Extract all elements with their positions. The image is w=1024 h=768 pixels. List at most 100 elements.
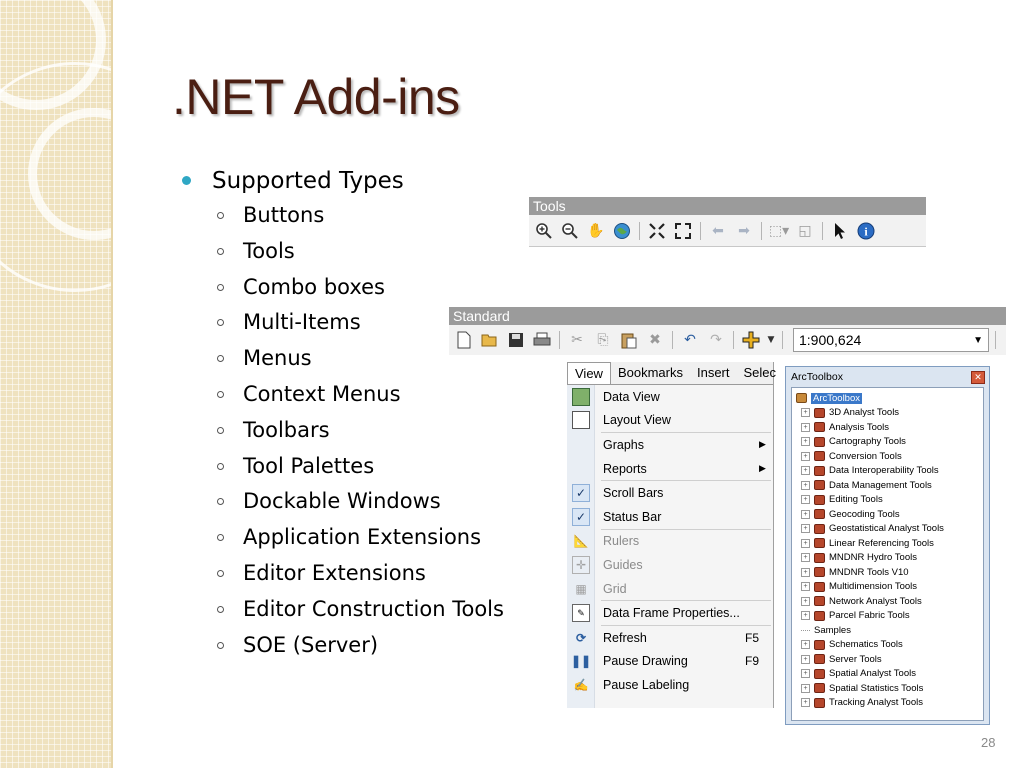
menu-item-reports[interactable]: Reports ▶ [567, 457, 773, 481]
expand-icon[interactable]: + [801, 669, 810, 679]
zoom-out-icon[interactable] [559, 220, 581, 242]
save-icon[interactable] [505, 329, 527, 351]
tree-item[interactable]: + Spatial Statistics Tools [792, 681, 983, 696]
tree-root-item[interactable]: ArcToolbox [792, 391, 983, 406]
expand-icon[interactable]: + [801, 480, 810, 490]
menu-item-graphs[interactable]: Graphs ▶ [567, 433, 773, 457]
menu-item-layout-view[interactable]: Layout View [567, 409, 773, 433]
pan-icon[interactable]: ✋ [585, 220, 607, 242]
menu-item-data-view[interactable]: Data View [567, 385, 773, 409]
tree-item[interactable]: +3D Analyst Tools [792, 406, 983, 421]
toolbar-separator [822, 222, 823, 240]
tree-item[interactable]: + Network Analyst Tools [792, 594, 983, 609]
menu-item-data-frame-properties[interactable]: ✎ Data Frame Properties... [567, 601, 773, 625]
tree-item[interactable]: + Server Tools [792, 652, 983, 667]
view-menu-dropdown: Data View Layout View Graphs ▶ Reports ▶… [567, 384, 773, 708]
toolbox-icon [814, 552, 825, 563]
print-icon[interactable] [531, 329, 553, 351]
fixed-zoom-in-icon[interactable] [646, 220, 668, 242]
ring-bullet-icon [217, 534, 224, 542]
redo-icon[interactable]: ↷ [705, 329, 727, 351]
tree-item[interactable]: + Tracking Analyst Tools [792, 696, 983, 711]
tree-item[interactable]: + Spatial Analyst Tools [792, 667, 983, 682]
tree-item[interactable]: + Editing Tools [792, 493, 983, 508]
tree-item[interactable]: + Parcel Fabric Tools [792, 609, 983, 624]
toolbox-icon [814, 422, 825, 433]
map-scale-combo[interactable]: 1:900,624 ▼ [793, 328, 989, 352]
tree-item[interactable]: + Geostatistical Analyst Tools [792, 522, 983, 537]
select-features-icon[interactable]: ⬚▾ [768, 220, 790, 242]
open-icon[interactable] [479, 329, 501, 351]
menu-insert[interactable]: Insert [690, 362, 737, 384]
back-icon[interactable]: ⬅ [707, 220, 729, 242]
undo-icon[interactable]: ↶ [679, 329, 701, 351]
expand-icon[interactable]: + [801, 422, 810, 432]
expand-icon[interactable]: + [801, 495, 810, 505]
chevron-down-icon[interactable]: ▼ [766, 329, 776, 351]
menu-item-pause-labeling[interactable]: ✍ Pause Labeling [567, 673, 773, 697]
expand-icon[interactable]: + [801, 538, 810, 548]
cut-icon[interactable]: ✂ [566, 329, 588, 351]
expand-icon[interactable]: + [801, 466, 810, 476]
expand-icon[interactable]: + [801, 654, 810, 664]
tree-item[interactable]: + Conversion Tools [792, 449, 983, 464]
tree-item[interactable]: + MNDNR Tools V10 [792, 565, 983, 580]
sub-bullet-list: Buttons Tools Combo boxes Multi-Items Me… [182, 198, 504, 663]
full-extent-icon[interactable] [611, 220, 633, 242]
expand-icon[interactable]: + [801, 509, 810, 519]
menu-item-pause-drawing[interactable]: ❚❚ Pause Drawing F9 [567, 650, 773, 674]
expand-icon[interactable]: + [801, 437, 810, 447]
ring-bullet-icon [217, 355, 224, 363]
chevron-down-icon[interactable]: ▼ [973, 335, 983, 346]
tree-item[interactable]: + Multidimension Tools [792, 580, 983, 595]
sub-bullet-text: Dockable Windows [243, 489, 441, 514]
menu-item-guides[interactable]: ✛ Guides [567, 553, 773, 577]
tree-item-label: Server Tools [829, 653, 882, 665]
tree-item[interactable]: + Data Interoperability Tools [792, 464, 983, 479]
select-elements-icon[interactable] [829, 220, 851, 242]
ring-bullet-icon [217, 283, 224, 291]
expand-icon[interactable]: + [801, 553, 810, 563]
paste-icon[interactable] [618, 329, 640, 351]
tree-item[interactable]: + Data Management Tools [792, 478, 983, 493]
expand-icon[interactable]: + [801, 596, 810, 606]
fixed-zoom-out-icon[interactable] [672, 220, 694, 242]
delete-icon[interactable]: ✖ [644, 329, 666, 351]
expand-icon[interactable]: + [801, 451, 810, 461]
expand-icon[interactable]: + [801, 640, 810, 650]
copy-icon[interactable]: ⎘ [592, 329, 614, 351]
close-icon[interactable]: ✕ [971, 370, 985, 384]
tree-item[interactable]: Samples [792, 623, 983, 638]
expand-icon[interactable]: + [801, 582, 810, 592]
menu-item-label: Reports [603, 461, 647, 476]
expand-icon[interactable]: + [801, 567, 810, 577]
identify-icon[interactable]: i [855, 220, 877, 242]
menu-selection[interactable]: Selec [737, 362, 784, 384]
sub-bullet-item: Toolbars [182, 413, 504, 449]
menu-view[interactable]: View [567, 362, 611, 384]
add-data-icon[interactable] [740, 329, 762, 351]
expand-icon[interactable]: + [801, 698, 810, 708]
tree-item[interactable]: + MNDNR Hydro Tools [792, 551, 983, 566]
tree-item[interactable]: + Cartography Tools [792, 435, 983, 450]
forward-icon[interactable]: ➡ [733, 220, 755, 242]
tree-item[interactable]: + Schematics Tools [792, 638, 983, 653]
expand-icon[interactable]: + [801, 524, 810, 534]
expand-icon[interactable]: + [801, 408, 810, 418]
menu-item-refresh[interactable]: ⟳ Refresh F5 [567, 626, 773, 650]
menu-item-grid[interactable]: ▦ Grid [567, 577, 773, 601]
zoom-in-icon[interactable] [533, 220, 555, 242]
expand-icon[interactable]: + [801, 611, 810, 621]
tree-item[interactable]: + Linear Referencing Tools [792, 536, 983, 551]
tree-item[interactable]: + Analysis Tools [792, 420, 983, 435]
clear-selection-icon[interactable]: ◱ [794, 220, 816, 242]
tree-item-label: Data Interoperability Tools [829, 465, 939, 477]
menu-item-scroll-bars[interactable]: ✓ Scroll Bars [567, 481, 773, 505]
new-icon[interactable] [453, 329, 475, 351]
expand-icon[interactable]: + [801, 683, 810, 693]
tree-item[interactable]: + Geocoding Tools [792, 507, 983, 522]
menu-bookmarks[interactable]: Bookmarks [611, 362, 690, 384]
menu-item-status-bar[interactable]: ✓ Status Bar [567, 505, 773, 529]
tree-item-label: Multidimension Tools [829, 581, 918, 593]
menu-item-rulers[interactable]: 📐 Rulers [567, 530, 773, 554]
